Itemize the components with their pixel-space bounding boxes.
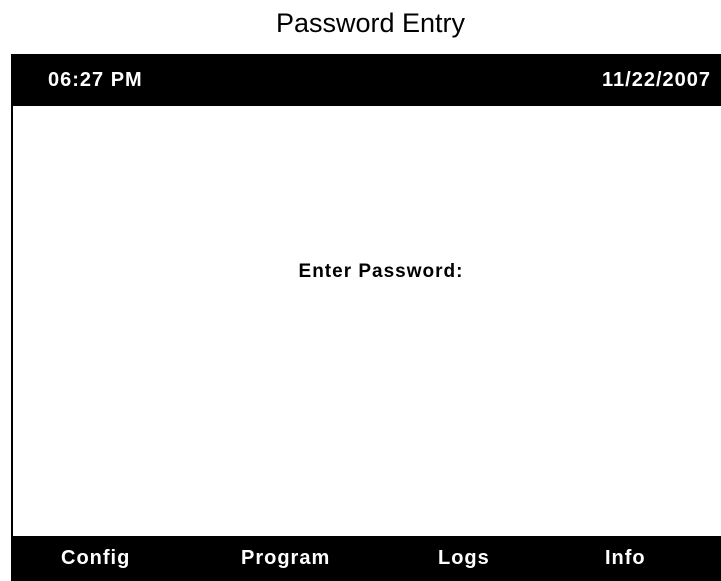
status-time: 06:27 PM [48,69,143,91]
password-prompt: Enter Password: [298,261,464,282]
softkey-bar: Config Program Logs Info [11,536,721,581]
info-button[interactable]: Info [605,536,646,581]
status-date: 11/22/2007 [602,69,711,91]
program-button[interactable]: Program [241,536,330,581]
config-button[interactable]: Config [61,536,130,581]
logs-button[interactable]: Logs [438,536,490,581]
page-title: Password Entry [275,8,466,38]
status-bar: 06:27 PM 11/22/2007 [11,54,721,106]
device-screen: 06:27 PM 11/22/2007 Enter Password: Conf… [11,54,721,581]
